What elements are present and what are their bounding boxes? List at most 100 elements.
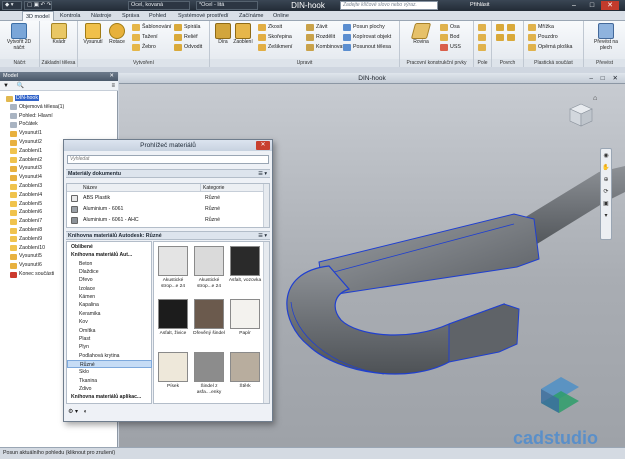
steering-wheel-icon[interactable]: ◉ [601,151,611,161]
manage-library-icon[interactable]: ⚙ ▾ [68,409,78,415]
tree-node[interactable]: Pohled: Hlavní [8,112,53,121]
dialog-close-icon[interactable]: ✕ [256,141,270,150]
tab-online[interactable]: Online [270,11,292,21]
nav-customize-icon[interactable]: ▾ [601,211,611,221]
library-group[interactable]: Knihovna materiálů Aut... [67,251,152,259]
column-header-category[interactable]: Kategorie [201,184,263,192]
library-view-icon[interactable]: ☰ ▾ [258,232,267,240]
library-category[interactable]: Plast [67,335,152,343]
tab-view[interactable]: Pohled [146,11,169,21]
appearance-select[interactable]: *Ocel - litá [196,1,258,10]
axis-button[interactable]: Osa [440,23,460,32]
loft-button[interactable]: Šablonování [132,23,171,32]
tree-node[interactable]: Konec součásti [8,270,54,279]
column-header-name[interactable]: Název [67,184,201,192]
rest-button[interactable]: Opěrná ploška [528,43,572,52]
sweep-button[interactable]: Tažení [132,33,158,42]
patch-button[interactable] [496,33,504,42]
material-tile[interactable]: Písek [156,350,190,402]
material-tile[interactable]: Akustické strop...e 24 [156,244,190,296]
material-tile[interactable]: Asfalt, vozovka [228,244,262,296]
library-category[interactable]: Plyn [67,343,152,351]
revolve-button[interactable]: Rotace [104,23,130,46]
start-2d-sketch-button[interactable]: Vytvořit 2D náčrt [6,23,32,51]
stitch-button[interactable] [507,23,515,32]
tab-inspect[interactable]: Kontrola [57,11,84,21]
tab-tools[interactable]: Nástroje [88,11,114,21]
derive-button[interactable]: Odvodit [174,43,202,52]
tree-node[interactable]: Zaoblení6 [8,208,42,217]
chamfer-button[interactable]: Zkosit [258,23,282,32]
library-category[interactable]: Beton [67,260,152,268]
split-button[interactable]: Rozdělit [306,33,335,42]
thread-button[interactable]: Závit [306,23,327,32]
coil-button[interactable]: Spirála [174,23,201,32]
mirror-button[interactable] [478,43,486,52]
emboss-button[interactable]: Reliéf [174,33,198,42]
point-button[interactable]: Bod [440,33,459,42]
fillet-button[interactable]: Zaoblení [230,23,256,46]
tree-node[interactable]: Vysunutí3 [8,164,42,173]
tree-node[interactable]: Vysunutí1 [8,129,42,138]
library-grid-scrollbar[interactable] [263,242,269,403]
tree-node[interactable]: Zaoblení2 [8,156,42,165]
combine-button[interactable]: Kombinovat [306,43,344,52]
filter-icon[interactable]: ▼ [3,83,9,89]
library-category[interactable]: Omítka [67,327,152,335]
library-category[interactable]: Keramika [67,310,152,318]
tree-node[interactable]: Zaoblení10 [8,244,45,253]
sculpt-button[interactable] [507,33,515,42]
help-search-input[interactable]: Zadejte klíčové slovo nebo výraz. [340,1,438,10]
library-category[interactable]: Dlaždice [67,268,152,276]
document-materials-header[interactable]: Materiály dokumentu ☰ ▾ [66,169,270,178]
doc-table-scrollbar[interactable] [263,184,269,227]
tree-node[interactable]: Vysunutí4 [8,173,42,182]
tab-get-started[interactable]: Začínáme [236,11,266,21]
thicken-button[interactable] [496,23,504,32]
library-category[interactable]: Sklo [67,368,152,376]
tree-node[interactable]: Vysunutí5 [8,252,42,261]
sign-in-link[interactable]: Přihlásit [470,0,490,11]
viewcube-icon[interactable] [568,102,594,128]
zoom-icon[interactable]: ⊕ [601,175,611,185]
material-tile[interactable]: Akustické strop...e 24 [192,244,226,296]
convert-to-sheet-metal-button[interactable]: Převést na plech [590,23,622,51]
material-search-input[interactable]: Vyhledat [67,155,269,164]
editor-icon[interactable]: ◐ [84,409,88,415]
browser-menu-icon[interactable]: ≡ [111,81,115,91]
library-category[interactable]: Kámen [67,293,152,301]
orbit-icon[interactable]: ⟳ [601,187,611,197]
rect-pattern-button[interactable] [478,23,486,32]
library-category[interactable]: Tkanina [67,377,152,385]
tree-node[interactable]: Zaoblení4 [8,191,42,200]
tree-root-part[interactable]: DIN-hook [4,94,39,103]
tab-environments[interactable]: Systémové prostředí [175,11,231,21]
tree-node[interactable]: Zaoblení3 [8,182,42,191]
plane-button[interactable]: Rovina [408,23,434,46]
tree-node[interactable]: Zaoblení9 [8,235,42,244]
shell-button[interactable]: Skořepina [258,33,292,42]
list-view-icon[interactable]: ☰ ▾ [258,170,267,178]
tree-node[interactable]: Vysunutí2 [8,138,42,147]
library-category[interactable]: Různé [67,359,152,369]
boss-button[interactable]: Pouzdro [528,33,558,42]
library-group[interactable]: Knihovna materiálů aplikac... [67,393,152,401]
library-category[interactable]: Kov [67,318,152,326]
tree-node[interactable]: Zaoblení7 [8,217,42,226]
move-face-button[interactable]: Posun plochy [343,23,385,32]
home-view-icon[interactable]: ⌂ [593,95,597,102]
document-window-controls[interactable]: – □ ✕ [589,73,621,84]
move-bodies-button[interactable]: Posunout tělesa [343,43,391,52]
quick-access-toolbar[interactable]: ▢ ▣ ↶ ↷ [24,1,52,10]
minimize-icon[interactable]: – [565,1,583,10]
material-tile[interactable]: Dřevěný šindel [192,297,226,349]
circ-pattern-button[interactable] [478,33,486,42]
copy-object-button[interactable]: Kopírovat objekt [343,33,391,42]
draft-button[interactable]: Zešikmení [258,43,292,52]
pan-icon[interactable]: ✋ [601,163,611,173]
tab-3d-model[interactable]: 3D model [22,11,54,21]
library-group[interactable]: Oblíbené [67,243,152,251]
box-button[interactable]: Kvádr [46,23,72,46]
tree-node[interactable]: Zaoblení1 [8,147,42,156]
material-tile[interactable]: Štěrk [228,350,262,402]
